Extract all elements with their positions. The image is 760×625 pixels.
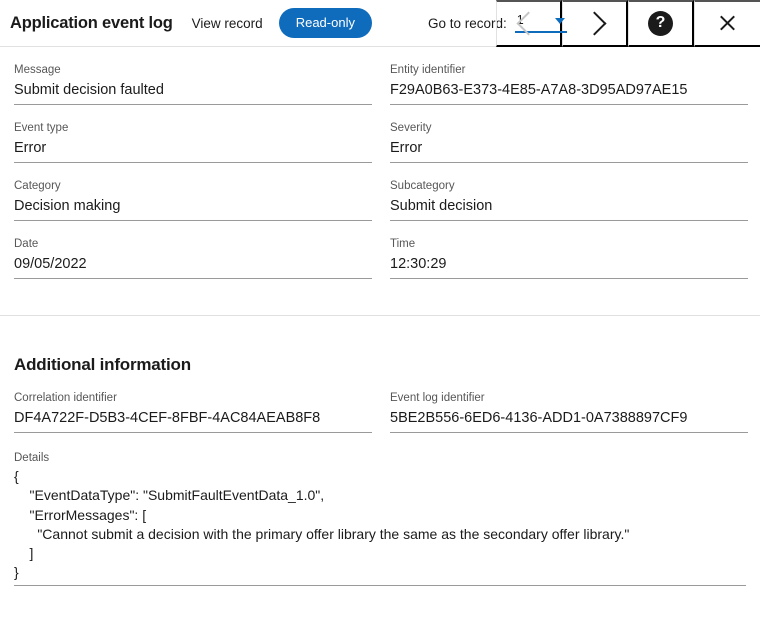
field-severity[interactable]: Severity Error xyxy=(390,121,748,163)
form-row: Message Submit decision faulted Entity i… xyxy=(14,47,748,105)
field-value: F29A0B63-E373-4E85-A7A8-3D95AD97AE15 xyxy=(390,82,688,98)
field-value: Submit decision xyxy=(390,198,493,214)
additional-information-form: Correlation identifier DF4A722F-D5B3-4CE… xyxy=(0,375,760,433)
field-value: Submit decision faulted xyxy=(14,82,164,98)
field-label: Category xyxy=(14,180,61,192)
field-label: Subcategory xyxy=(390,180,455,192)
next-record-button[interactable] xyxy=(562,0,628,47)
field-message[interactable]: Message Submit decision faulted xyxy=(14,63,372,105)
field-value: 12:30:29 xyxy=(390,256,447,272)
chevron-down-icon xyxy=(554,17,565,24)
field-value: 09/05/2022 xyxy=(14,256,87,272)
view-mode-label: View record xyxy=(191,15,263,31)
form-column-left: Date 09/05/2022 xyxy=(14,221,372,279)
form-row: Correlation identifier DF4A722F-D5B3-4CE… xyxy=(14,375,748,433)
field-subcategory[interactable]: Subcategory Submit decision xyxy=(390,179,748,221)
field-label: Time xyxy=(390,238,416,250)
form-column-right: Severity Error xyxy=(390,105,748,163)
field-label: Event log identifier xyxy=(390,392,485,404)
header-button-group: ? xyxy=(496,0,760,47)
field-value: 5BE2B556-6ED6-4136-ADD1-0A7388897CF9 xyxy=(390,410,688,426)
form-column-right: Event log identifier 5BE2B556-6ED6-4136-… xyxy=(390,375,748,433)
field-event-log-identifier[interactable]: Event log identifier 5BE2B556-6ED6-4136-… xyxy=(390,391,748,433)
question-mark-icon: ? xyxy=(648,10,673,36)
form-row: Date 09/05/2022 Time 12:30:29 xyxy=(14,221,748,279)
close-button[interactable] xyxy=(694,0,760,47)
field-time[interactable]: Time 12:30:29 xyxy=(390,237,748,279)
field-date[interactable]: Date 09/05/2022 xyxy=(14,237,372,279)
details-json-content: { "EventDataType": "SubmitFaultEventData… xyxy=(14,468,630,581)
form-row: Event type Error Severity Error xyxy=(14,105,748,163)
form-column-left: Message Submit decision faulted xyxy=(14,47,372,105)
field-label: Date xyxy=(14,238,39,250)
field-value: DF4A722F-D5B3-4CEF-8FBF-4AC84AEAB8F8 xyxy=(14,410,321,426)
chevron-right-icon xyxy=(582,10,607,36)
form-column-right: Entity identifier F29A0B63-E373-4E85-A7A… xyxy=(390,47,748,105)
field-label: Correlation identifier xyxy=(14,392,117,404)
field-correlation-identifier[interactable]: Correlation identifier DF4A722F-D5B3-4CE… xyxy=(14,391,372,433)
form-column-left: Correlation identifier DF4A722F-D5B3-4CE… xyxy=(14,375,372,433)
form-column-left: Event type Error xyxy=(14,105,372,163)
field-label: Message xyxy=(14,64,61,76)
additional-information-heading: Additional information xyxy=(14,355,191,374)
field-label: Severity xyxy=(390,122,432,134)
help-button[interactable]: ? xyxy=(628,0,694,47)
event-details-form: Message Submit decision faulted Entity i… xyxy=(0,47,760,279)
field-entity-identifier[interactable]: Entity identifier F29A0B63-E373-4E85-A7A… xyxy=(390,63,748,105)
field-label: Event type xyxy=(14,122,69,134)
field-details[interactable]: Details { "EventDataType": "SubmitFaultE… xyxy=(14,451,746,586)
app-header: Application event log View record Read-o… xyxy=(0,0,760,47)
field-label: Entity identifier xyxy=(390,64,466,76)
field-value: Decision making xyxy=(14,198,121,214)
form-column-right: Time 12:30:29 xyxy=(390,221,748,279)
field-category[interactable]: Category Decision making xyxy=(14,179,372,221)
field-event-type[interactable]: Event type Error xyxy=(14,121,372,163)
field-value: Error xyxy=(390,140,423,156)
goto-record-label: Go to record: xyxy=(427,15,507,31)
read-only-badge[interactable]: Read-only xyxy=(278,8,372,38)
form-column-right: Subcategory Submit decision xyxy=(390,163,748,221)
header-left-group: Application event log View record Read-o… xyxy=(0,8,567,38)
form-row: Category Decision making Subcategory Sub… xyxy=(14,163,748,221)
page-title: Application event log xyxy=(10,13,173,32)
field-value: Error xyxy=(14,140,47,156)
close-icon xyxy=(718,14,737,33)
field-label: Details xyxy=(14,452,50,464)
form-column-left: Category Decision making xyxy=(14,163,372,221)
